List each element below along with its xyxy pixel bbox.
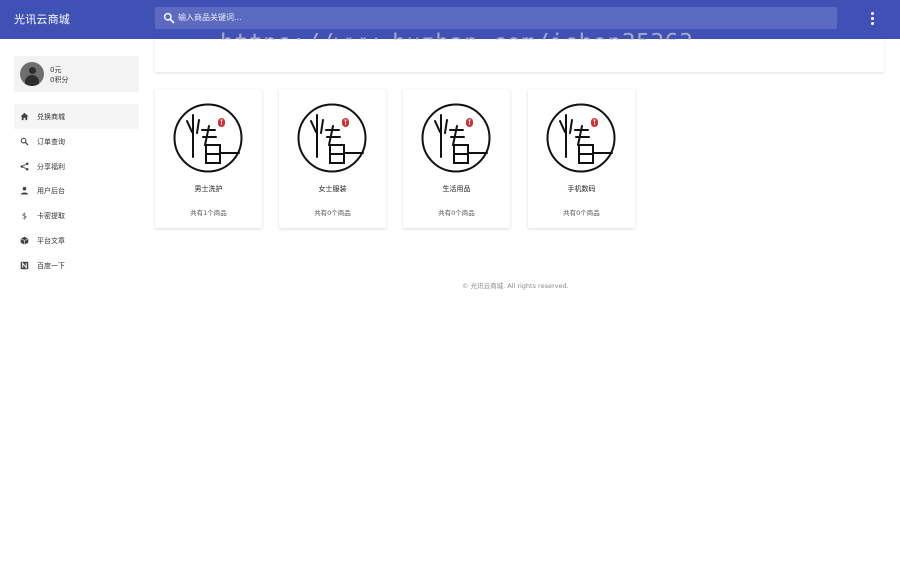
category-title: 生活用品 [442,185,471,193]
sidebar-item-label: 平台文章 [37,236,65,245]
sidebar-item-label: 卡密提取 [37,212,65,221]
sidebar-item-articles[interactable]: 平台文章 [14,228,139,253]
sidebar-nav: 兑换商城 订单查询 分享福利 用户后台 $ 卡密提取 平台文章 百度一下 [14,104,139,278]
search-icon [163,12,175,24]
sidebar-item-shop[interactable]: 兑换商城 [14,104,139,129]
sidebar-item-baidu[interactable]: 百度一下 [14,253,139,278]
category-count: 共有1个商品 [190,209,227,217]
sidebar-item-card-extract[interactable]: $ 卡密提取 [14,203,139,228]
user-points: 0积分 [50,76,69,84]
footer-copyright: © 光讯云商城. All rights reserved. [462,282,569,290]
brand-title[interactable]: 光讯云商城 [14,11,70,27]
store-logo-icon [421,103,491,173]
user-balance: 0元 [50,66,62,74]
sidebar-item-label: 百度一下 [37,261,65,270]
dollar-icon: $ [22,211,27,220]
category-title: 女士服装 [318,185,347,193]
category-card[interactable]: 手机数码 共有0个商品 [528,89,635,228]
category-card[interactable]: 男士洗护 共有1个商品 [155,89,262,228]
person-icon [20,187,29,195]
user-card[interactable]: 0元 0积分 [14,56,139,92]
sidebar-item-label: 兑换商城 [37,113,65,121]
sidebar-item-user-center[interactable]: 用户后台 [14,178,139,203]
home-icon [20,112,29,121]
share-icon [20,162,29,171]
announcement-panel [155,40,884,72]
store-logo-icon [297,103,367,173]
sidebar-item-share[interactable]: 分享福利 [14,154,139,179]
store-logo-icon [546,103,616,173]
search-input[interactable]: 输入商品关键词... [178,12,242,23]
svg-text:$: $ [22,211,27,220]
store-logo-icon [173,103,243,173]
category-title: 男士洗护 [194,185,223,193]
top-app-bar: 光讯云商城 输入商品关键词... [0,0,900,39]
baidu-icon [20,261,29,270]
category-card[interactable]: 生活用品 共有0个商品 [403,89,510,228]
category-title: 手机数码 [567,185,596,193]
category-count: 共有0个商品 [563,209,600,217]
sidebar-item-label: 用户后台 [37,187,65,196]
sidebar-item-label: 分享福利 [37,162,65,171]
more-vert-icon[interactable] [864,10,880,28]
sidebar-item-orders[interactable]: 订单查询 [14,129,139,154]
category-card[interactable]: 女士服装 共有0个商品 [279,89,386,228]
search-box[interactable]: 输入商品关键词... [155,7,837,29]
category-count: 共有0个商品 [438,209,475,217]
avatar [20,62,44,86]
sidebar-item-label: 订单查询 [37,137,65,146]
category-count: 共有0个商品 [314,209,351,217]
package-icon [20,236,29,245]
search-icon [20,137,29,146]
